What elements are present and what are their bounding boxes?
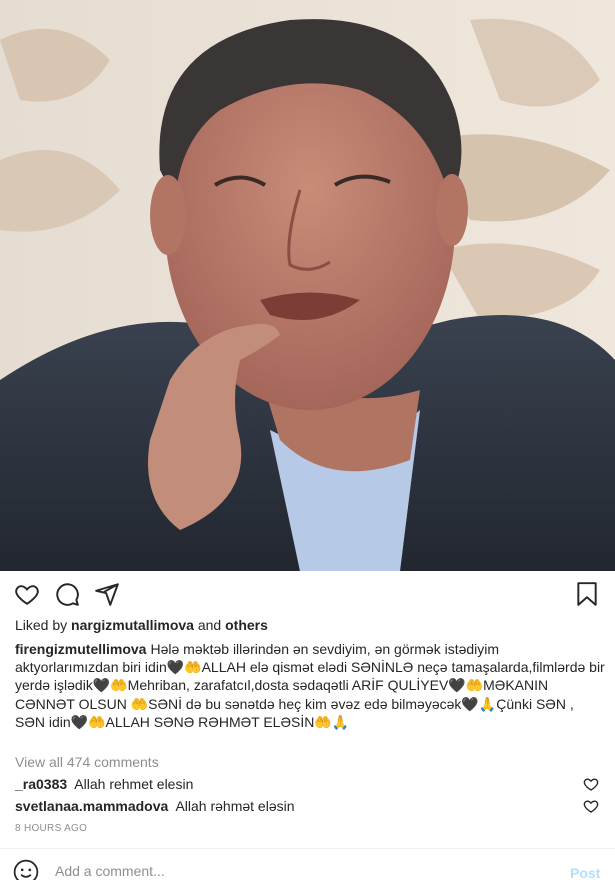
- post-comment-button[interactable]: Post: [570, 865, 600, 880]
- heart-outline-icon: [15, 585, 39, 605]
- liked-by-others[interactable]: others: [225, 617, 268, 633]
- comment-button[interactable]: [54, 581, 82, 609]
- liked-by-user[interactable]: nargizmutallimova: [71, 617, 194, 633]
- liked-by-prefix: Liked by: [15, 617, 68, 633]
- like-button[interactable]: [14, 581, 42, 609]
- bookmark-icon: [577, 582, 597, 606]
- post-action-bar: [0, 571, 615, 619]
- post-photo[interactable]: [0, 0, 615, 571]
- comment-like-heart-icon[interactable]: [583, 798, 599, 814]
- add-comment-input[interactable]: [55, 863, 535, 879]
- comment-bubble-icon: [56, 583, 79, 606]
- post-photo-illustration: [0, 0, 615, 571]
- comment-item: _ra0383 Allah rehmet elesin: [15, 775, 585, 793]
- share-button[interactable]: [94, 581, 122, 609]
- paper-plane-icon: [95, 583, 119, 606]
- smiley-icon[interactable]: [13, 859, 39, 880]
- comment-username[interactable]: _ra0383: [15, 776, 67, 792]
- caption-username[interactable]: firengizmutellimova: [15, 641, 146, 657]
- liked-by-and: and: [197, 617, 222, 633]
- comment-username[interactable]: svetlanaa.mammadova: [15, 798, 168, 814]
- liked-by: Liked by nargizmutallimova and others: [15, 616, 268, 634]
- add-comment-bar: Post: [0, 849, 615, 880]
- post-timestamp[interactable]: 8 HOURS AGO: [15, 823, 87, 835]
- save-button[interactable]: [574, 581, 602, 609]
- comment-like-heart-icon[interactable]: [583, 776, 599, 792]
- post-caption: firengizmutellimova Hələ məktəb illərində…: [15, 640, 605, 731]
- comment-text: Allah rehmet elesin: [74, 776, 194, 792]
- comment-item: svetlanaa.mammadova Allah rəhmət eləsin: [15, 797, 585, 815]
- comment-text: Allah rəhmət eləsin: [175, 798, 295, 814]
- view-all-comments-link[interactable]: View all 474 comments: [15, 753, 159, 771]
